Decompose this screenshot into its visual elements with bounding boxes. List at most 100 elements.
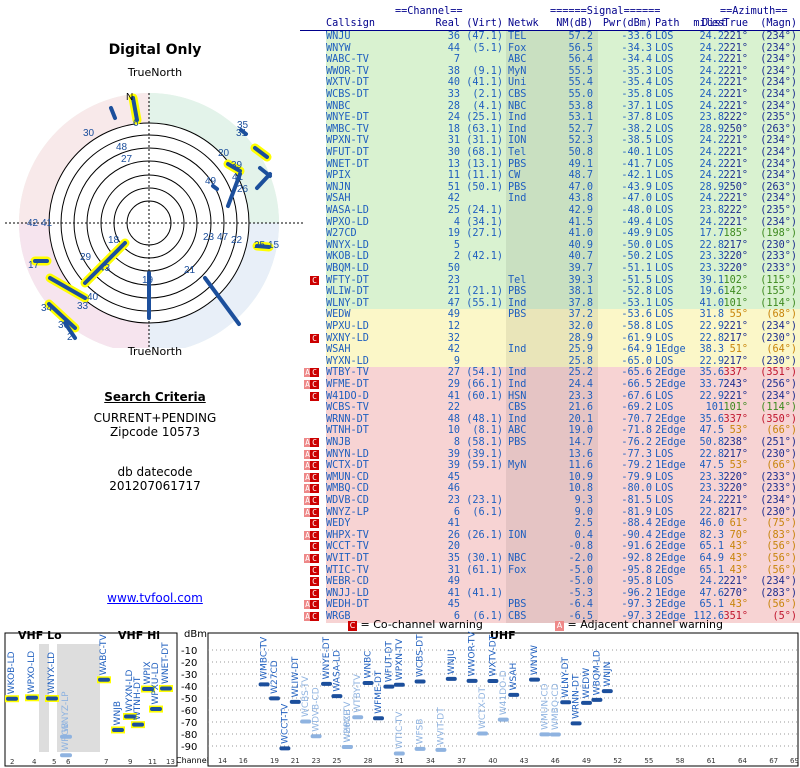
table-row[interactable]: A C WHPX-TV 26 (26.1) ION 0.4 -90.4 2Edge 82.3 70°…: [300, 529, 800, 542]
table-row[interactable]: WNBC 28 (4.1) NBC 53.8 -37.1 LOS 24.2 221° (234°): [300, 100, 800, 113]
table-row[interactable]: WTNH-DT 10 (8.1) ABC 19.0 -71.8 2Edge 47.5 53° (6…: [300, 425, 800, 437]
table-row[interactable]: WCBS-DT 33 (2.1) CBS 55.0 -35.8 LOS 24.2 221° (23…: [300, 89, 800, 101]
cell-path: LOS: [655, 31, 674, 42]
table-row[interactable]: WYXN-LD 9 25.8 -65.0 LOS 22.9 217° (230°): [300, 355, 800, 368]
table-row[interactable]: WPXU-LD 12 32.0 -58.8 LOS 22.9 221° (234°): [300, 321, 800, 333]
table-row[interactable]: WABC-TV 7 ABC 56.4 -34.4 LOS 24.2 221° (234°): [300, 54, 800, 66]
cell-path: LOS: [655, 147, 674, 158]
table-row[interactable]: WKOB-LD 2 (42.1) 40.7 -50.2 LOS 23.3 220° (233°): [300, 251, 800, 263]
cell-true: 102°: [723, 274, 748, 286]
table-row[interactable]: A C WMBQ-CD 46 10.8 -80.0 LOS 23.3 220° (233°): [300, 483, 800, 495]
cell-path: 1Edge: [655, 587, 686, 599]
y-tick-label: -50: [181, 694, 197, 705]
table-row[interactable]: C WEDY 41 2.5 -88.4 2Edge 46.0 61° (75°): [300, 518, 800, 530]
cell-net: PBS: [508, 158, 527, 170]
cell-virt: (31.1): [466, 135, 503, 147]
table-row[interactable]: WASA-LD 25 (24.1) 42.9 -48.0 LOS 23.8 222° (235°…: [300, 205, 800, 217]
table-row[interactable]: A C WEDH-DT 45 PBS -6.4 -97.3 2Edge 65.1 43° (56°): [300, 599, 800, 611]
cell-pwr: -34.3: [621, 42, 652, 54]
cell-true: 220°: [723, 263, 748, 274]
co-channel-warning-icon: C: [310, 577, 319, 587]
table-row[interactable]: WNJU 36 (47.1) TEL 57.2 -33.6 LOS 24.2 221° (234°…: [300, 31, 800, 43]
cell-dist: 23.8: [699, 112, 724, 124]
table-row[interactable]: WFUT-DT 30 (68.1) Tel 50.8 -40.1 LOS 24.2 221° (2…: [300, 147, 800, 159]
table-row[interactable]: WCBS-TV 22 CBS 21.6 -69.2 LOS 101 101° (114°): [300, 402, 800, 414]
table-row[interactable]: C WTIC-TV 31 (61.1) Fox -5.0 -95.8 2Edge 65.1 43°…: [300, 564, 800, 577]
cell-virt: (21.1): [466, 286, 503, 298]
radar-ch-label: 36: [58, 320, 70, 331]
table-row[interactable]: WNET-DT 13 (13.1) PBS 49.1 -41.7 LOS 24.2 221° (2…: [300, 158, 800, 171]
cell-pwr: -51.5: [621, 274, 652, 286]
table-row[interactable]: A C WNYN-LD 39 (39.1) 13.6 -77.3 LOS 22.8 217° (23…: [300, 448, 800, 461]
uhf-bar: [539, 732, 551, 737]
cell-magn: (234°): [760, 65, 797, 77]
site-link[interactable]: www.tvfool.com: [0, 591, 310, 605]
uhf-station-label: WSAH: [509, 663, 519, 691]
table-row[interactable]: WMBC-TV 18 (63.1) Ind 52.7 -38.2 LOS 28.9 250° (2…: [300, 123, 800, 136]
table-row[interactable]: C WNJJ-LD 41 (41.1) -5.3 -96.2 1Edge 47.6 270° (2…: [300, 587, 800, 600]
cell-real: 30: [447, 147, 460, 158]
cell-nm: 14.7: [568, 437, 593, 448]
table-row[interactable]: C WEBR-CD 49 -5.0 -95.8 LOS 24.2 221° (234°): [300, 576, 800, 588]
uhf-bar: [393, 751, 405, 756]
table-row[interactable]: WSAH 42 Ind 43.8 -47.0 LOS 24.2 221° (234°): [300, 193, 800, 205]
cell-pwr: -88.4: [621, 518, 652, 530]
table-row[interactable]: C WCCT-TV 20 -0.8 -91.6 2Edge 65.1 43° (56°): [300, 541, 800, 553]
table-row[interactable]: WPXO-LD 4 (34.1) 41.5 -49.4 LOS 24.2 221° (234°): [300, 216, 800, 229]
table-row[interactable]: WEDW 49 PBS 37.2 -53.6 LOS 31.8 55° (68°): [300, 309, 800, 321]
cell-magn: (234°): [760, 100, 797, 112]
table-row[interactable]: C WXNY-LD 32 28.9 -61.9 LOS 22.8 217° (230°): [300, 332, 800, 345]
uhf-bar: [352, 715, 364, 720]
radar-ch-label: 26: [237, 184, 249, 195]
cell-cs: WNBC: [326, 100, 351, 112]
co-channel-warning-icon: C: [310, 565, 319, 575]
table-row[interactable]: WXTV-DT 40 (41.1) Uni 55.4 -35.4 LOS 24.2 221° (2…: [300, 77, 800, 89]
vhf-station-label: WTNH-DT: [133, 676, 143, 720]
cell-cs: WEBR-CD: [326, 576, 369, 588]
cell-virt: (9.1): [472, 65, 503, 77]
cell-nm: -5.3: [568, 587, 593, 599]
cell-nm: 38.1: [568, 286, 593, 298]
table-row[interactable]: A C WDVB-CD 23 (23.1) 9.3 -81.5 LOS 24.2 221° (234…: [300, 495, 800, 507]
table-row[interactable]: WSAH 42 Ind 25.9 -64.9 1Edge 38.3 51° (64°): [300, 344, 800, 356]
cell-nm: 10.9: [568, 471, 593, 483]
table-row[interactable]: WPXN-TV 31 (31.1) ION 52.3 -38.5 LOS 24.2 221° (2…: [300, 135, 800, 147]
table-row[interactable]: A C WNYZ-LP 6 (6.1) 9.0 -81.9 LOS 22.8 217° (230°): [300, 506, 800, 519]
cell-pwr: -61.9: [621, 332, 652, 344]
cell-dist: 35.6: [699, 367, 724, 379]
table-row[interactable]: A C WMUN-CD 45 10.9 -79.9 LOS 23.3 220° (233°): [300, 471, 800, 484]
cell-pwr: -52.8: [621, 286, 652, 298]
table-row[interactable]: C WFTY-DT 23 Tel 39.3 -51.5 LOS 39.1 102° (115°): [300, 274, 800, 287]
uhf-x-tick: 34: [426, 757, 435, 765]
table-row[interactable]: C W41DO-D 41 (60.1) HSN 23.3 -67.6 LOS 22.9 221° (…: [300, 390, 800, 403]
table-row[interactable]: WNYX-LD 5 40.9 -50.0 LOS 22.8 217° (230°): [300, 239, 800, 252]
table-row[interactable]: A C WNJB 8 (58.1) PBS 14.7 -76.2 2Edge 50.8 238° (2…: [300, 437, 800, 449]
table-row[interactable]: A C WFME-DT 29 (66.1) Ind 24.4 -66.5 2Edge 33.7 24…: [300, 379, 800, 391]
cell-nm: 52.3: [568, 135, 593, 147]
cell-magn: (56°): [766, 599, 797, 611]
table-row[interactable]: A C WCTX-DT 39 (59.1) MyN 11.6 -79.2 1Edge 47.5 53…: [300, 460, 800, 472]
table-row[interactable]: WNYW 44 (5.1) Fox 56.5 -34.3 LOS 24.2 221° (234°): [300, 42, 800, 55]
table-row[interactable]: WPIX 11 (11.1) CW 48.7 -42.1 LOS 24.2 221° (234°): [300, 170, 800, 182]
north-label-bottom: TrueNorth: [127, 345, 183, 358]
cell-dist: 46.0: [699, 518, 724, 530]
cell-virt: (13.1): [466, 158, 503, 170]
cell-virt: (50.1): [466, 181, 503, 193]
uhf-x-tick: 49: [582, 757, 591, 765]
table-row[interactable]: A C WTBY-TV 27 (54.1) Ind 25.2 -65.6 2Edge 35.6 33…: [300, 367, 800, 379]
criteria-heading: Search Criteria: [104, 390, 206, 404]
table-row[interactable]: A C WVIT-DT 35 (30.1) NBC -2.0 -92.8 2Edge 64.9 43…: [300, 553, 800, 565]
cell-real: 31: [447, 564, 460, 576]
table-row[interactable]: WRNN-DT 48 (48.1) Ind 20.1 -70.7 2Edge 35.6 337°…: [300, 413, 800, 426]
cell-dist: 64.9: [699, 553, 724, 564]
cell-real: 19: [447, 228, 460, 240]
uhf-bar: [414, 679, 426, 684]
table-row[interactable]: WNYE-DT 24 (25.1) Ind 53.1 -37.8 LOS 23.8 222° (2…: [300, 112, 800, 124]
uhf-station-label: WPXN-TV: [395, 638, 405, 680]
table-row[interactable]: WWOR-TV 38 (9.1) MyN 55.5 -35.3 LOS 24.2 221° (23…: [300, 65, 800, 78]
table-row[interactable]: WLNY-DT 47 (55.1) Ind 37.8 -53.1 LOS 41.0 101° (1…: [300, 297, 800, 310]
table-row[interactable]: WBQM-LD 50 39.7 -51.1 LOS 23.3 220° (233°): [300, 263, 800, 275]
table-row[interactable]: WNJN 51 (50.1) PBS 47.0 -43.9 LOS 28.9 250° (263°…: [300, 181, 800, 194]
table-row[interactable]: WLIW-DT 21 (21.1) PBS 38.1 -52.8 LOS 19.6 142° (1…: [300, 286, 800, 298]
table-row[interactable]: W27CD 19 (27.1) 41.0 -49.9 LOS 17.7 185° (198°): [300, 228, 800, 240]
